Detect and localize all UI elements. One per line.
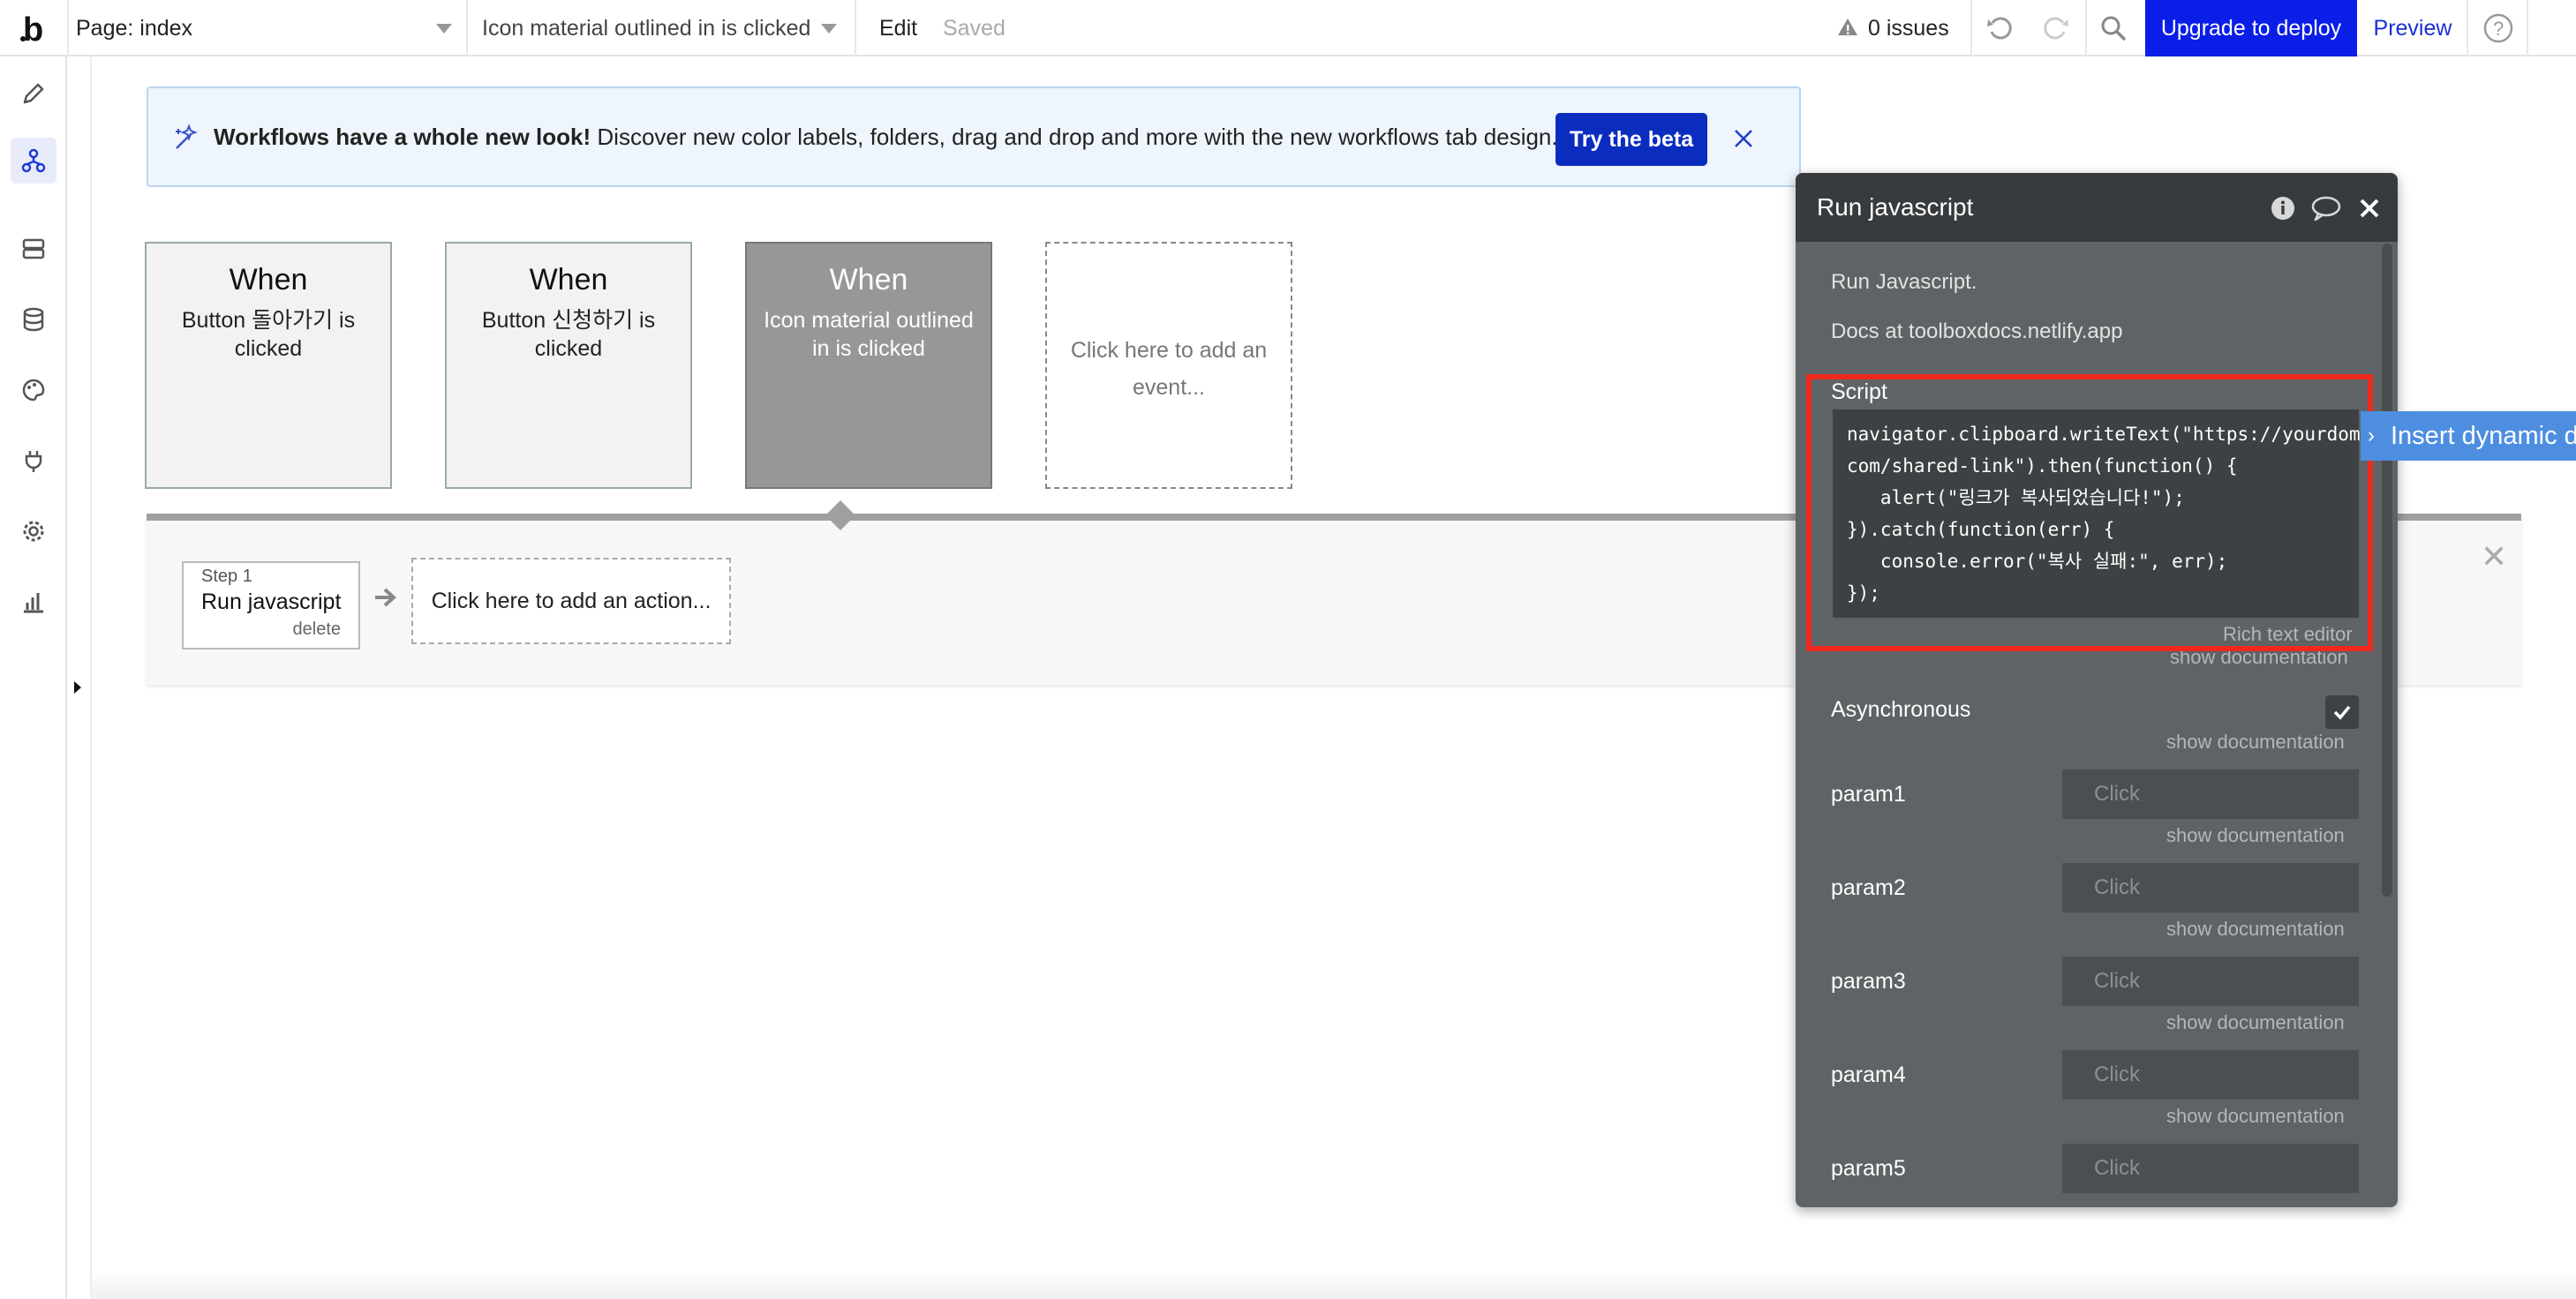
param3-input[interactable]: Click: [2062, 957, 2359, 1006]
undo-icon[interactable]: [1985, 12, 2016, 44]
param4-label: param4: [1831, 1062, 1906, 1087]
help-icon[interactable]: ?: [2482, 12, 2514, 44]
panel-scrollbar[interactable]: [2382, 244, 2392, 897]
sparkle-icon: [171, 124, 200, 152]
param1-label: param1: [1831, 782, 1906, 807]
try-beta-button[interactable]: Try the beta: [1555, 113, 1707, 166]
preview-button[interactable]: Preview: [2361, 0, 2464, 56]
panel-header[interactable]: Run javascript: [1796, 173, 2398, 242]
show-documentation-link[interactable]: show documentation: [2166, 824, 2345, 847]
event-when: When: [829, 263, 908, 297]
plugin-icon[interactable]: [11, 438, 56, 484]
svg-text:b: b: [23, 11, 43, 49]
event-description: Button 돌아가기 is clicked: [181, 308, 356, 361]
left-sidebar: [0, 56, 81, 1299]
database-icon[interactable]: [11, 297, 56, 342]
add-event-card[interactable]: Click here to add an event...: [1045, 242, 1292, 489]
step-number: Step 1: [201, 567, 252, 586]
event-selector-label: Icon material outlined in is clicked: [482, 16, 811, 41]
settings-icon[interactable]: [11, 508, 56, 554]
event-card[interactable]: When Button 신청하기 is clicked: [445, 242, 692, 489]
warning-icon: [1836, 16, 1859, 39]
chevron-down-icon: [436, 24, 452, 34]
param4-input[interactable]: Click: [2062, 1050, 2359, 1100]
asynchronous-checkbox[interactable]: [2325, 695, 2359, 729]
edit-menu[interactable]: Edit: [879, 0, 917, 56]
event-description: Icon material outlined in is clicked: [764, 308, 974, 361]
redo-icon[interactable]: [2039, 12, 2071, 44]
event-card-selected[interactable]: When Icon material outlined in is clicke…: [745, 242, 992, 489]
logs-icon[interactable]: [11, 579, 56, 625]
check-icon: [2333, 705, 2351, 720]
pencil-icon[interactable]: [11, 71, 56, 116]
event-when: When: [229, 263, 308, 297]
workflow-icon[interactable]: [11, 138, 56, 184]
script-highlight-box: [1806, 374, 2373, 651]
step-card[interactable]: Step 1 Run javascript delete: [182, 561, 360, 650]
event-description: Button 신청하기 is clicked: [481, 308, 656, 361]
chevron-down-icon: [821, 24, 837, 34]
param2-label: param2: [1831, 875, 1906, 900]
insert-dynamic-data-button[interactable]: › Insert dynamic data: [2361, 411, 2576, 461]
upgrade-to-deploy-button[interactable]: Upgrade to deploy: [2145, 0, 2357, 56]
palette-icon[interactable]: [11, 367, 56, 413]
expand-panel-arrow-icon[interactable]: [72, 680, 83, 695]
param5-label: param5: [1831, 1156, 1906, 1181]
canvas-edge: [90, 56, 92, 1299]
param2-input[interactable]: Click: [2062, 863, 2359, 912]
event-when: When: [529, 263, 608, 297]
add-action-button[interactable]: Click here to add an action...: [411, 558, 731, 644]
show-documentation-link[interactable]: show documentation: [2166, 1105, 2345, 1128]
show-documentation-link[interactable]: show documentation: [2166, 731, 2345, 754]
add-event-label: Click here to add an event...: [1070, 338, 1268, 400]
property-editor-panel: Run javascript Run Javascript. Docs at t…: [1796, 173, 2398, 1207]
arrow-right-icon: [373, 584, 399, 611]
top-bar: b Page: index Icon material outlined in …: [0, 0, 2576, 56]
saved-status: Saved: [943, 16, 1006, 41]
close-icon[interactable]: [2359, 198, 2380, 219]
bubble-logo[interactable]: b: [14, 5, 56, 51]
data-icon[interactable]: [11, 226, 56, 272]
svg-text:?: ?: [2493, 18, 2504, 40]
action-description: Run Javascript.: [1831, 270, 1977, 294]
arrow-right-icon: ›: [2368, 424, 2375, 447]
close-icon[interactable]: [1732, 127, 1755, 150]
show-documentation-link[interactable]: show documentation: [2166, 918, 2345, 941]
workflows-banner: Workflows have a whole new look! Discove…: [147, 86, 1801, 187]
info-icon[interactable]: [2271, 196, 2295, 221]
delete-step-link[interactable]: delete: [293, 619, 342, 640]
banner-description: Discover new color labels, folders, drag…: [591, 124, 1558, 150]
issues-count[interactable]: 0 issues: [1868, 0, 1949, 56]
insert-dynamic-data-label: Insert dynamic data: [2391, 422, 2576, 450]
page-selector[interactable]: Page: index: [76, 0, 454, 56]
param1-input[interactable]: Click: [2062, 770, 2359, 819]
asynchronous-label: Asynchronous: [1831, 697, 1971, 722]
event-selector[interactable]: Icon material outlined in is clicked: [482, 0, 835, 56]
banner-message: Workflows have a whole new look! Discove…: [214, 88, 1558, 185]
comment-icon[interactable]: [2311, 196, 2341, 223]
panel-title: Run javascript: [1817, 193, 1974, 221]
step-name: Run javascript: [201, 589, 342, 614]
docs-link-text: Docs at toolboxdocs.netlify.app: [1831, 319, 2123, 343]
close-icon[interactable]: ✕: [2481, 538, 2507, 575]
event-card[interactable]: When Button 돌아가기 is clicked: [145, 242, 392, 489]
page-selector-label: Page: index: [76, 16, 193, 41]
show-documentation-link[interactable]: show documentation: [2166, 1011, 2345, 1034]
param5-input[interactable]: Click: [2062, 1144, 2359, 1193]
param3-label: param3: [1831, 969, 1906, 994]
banner-title: Workflows have a whole new look!: [214, 124, 591, 150]
search-icon[interactable]: [2098, 12, 2129, 44]
canvas-bottom-shade: [92, 1271, 2576, 1299]
